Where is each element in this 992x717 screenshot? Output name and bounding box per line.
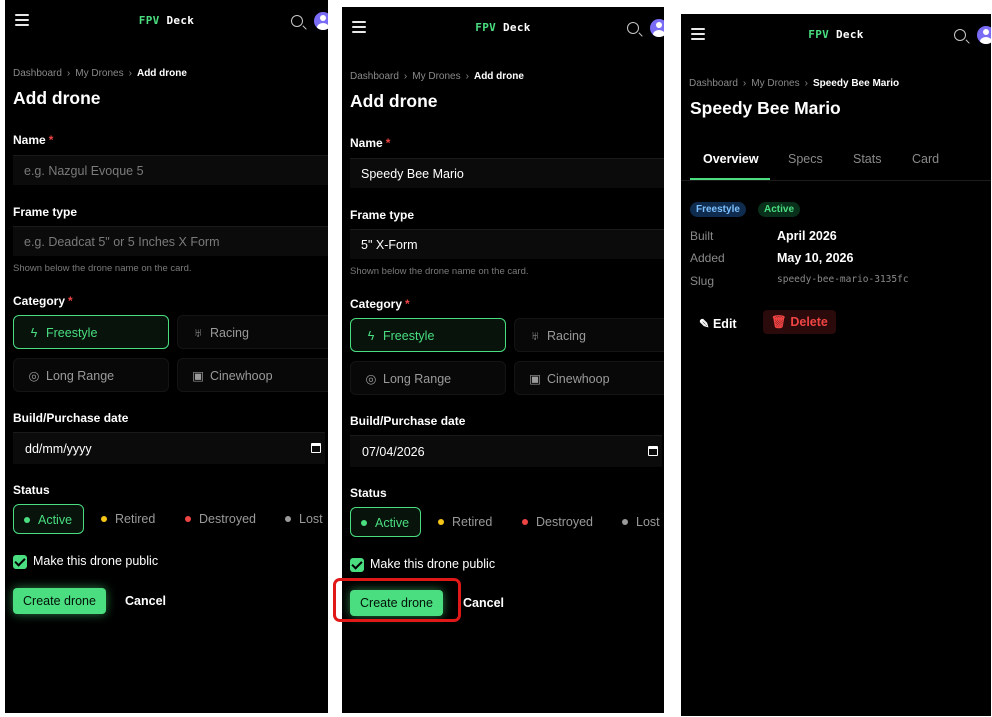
breadcrumb-dashboard[interactable]: Dashboard	[13, 68, 62, 79]
frame-type-input[interactable]: 5" X-Form	[350, 229, 664, 259]
added-key: Added	[690, 251, 725, 265]
status-retired[interactable]: Retired	[91, 504, 171, 534]
status-active[interactable]: Active	[350, 507, 421, 537]
camera-icon: ▣	[192, 369, 204, 383]
trophy-icon: ♅	[193, 326, 203, 340]
category-freestyle[interactable]: ϟ Freestyle	[13, 315, 169, 349]
edit-icon: ✎	[699, 317, 710, 331]
public-checkbox[interactable]	[350, 558, 364, 572]
add-drone-screen-empty: FPV Deck Dashboard › My Drones › Add drone A…	[5, 0, 328, 713]
category-long-range[interactable]: ◎ Long Range	[350, 361, 506, 395]
compass-icon: ◎	[365, 372, 377, 386]
name-label: Name *	[13, 133, 54, 147]
top-bar: FPV Deck	[342, 7, 664, 51]
built-key: Built	[690, 229, 714, 243]
category-label: Category *	[13, 294, 73, 308]
page-title: Speedy Bee Mario	[690, 98, 841, 118]
status-lost[interactable]: Lost	[612, 507, 664, 537]
status-badge: Active	[758, 202, 801, 217]
slug-key: Slug	[690, 274, 715, 288]
active-tab-indicator	[690, 178, 770, 180]
breadcrumb-current: Speedy Bee Mario	[812, 78, 900, 89]
bolt-icon: ϟ	[367, 329, 375, 343]
brand-logo[interactable]: FPV Deck	[342, 21, 664, 34]
breadcrumb: Dashboard › My Drones › Add drone	[13, 68, 187, 79]
status-label: Status	[350, 486, 387, 500]
frame-type-help: Shown below the drone name on the card.	[350, 266, 529, 277]
page-title: Add drone	[350, 91, 438, 111]
breadcrumb: Dashboard › My Drones › Add drone	[350, 71, 524, 82]
search-icon[interactable]	[627, 22, 639, 34]
status-destroyed[interactable]: Destroyed	[175, 504, 275, 534]
page-title: Add drone	[13, 88, 101, 108]
trophy-icon: ♅	[530, 329, 540, 343]
category-racing[interactable]: ♅ Racing	[177, 315, 328, 349]
search-icon[interactable]	[291, 15, 303, 27]
public-checkbox-label[interactable]: Make this drone public	[370, 557, 495, 571]
status-active[interactable]: Active	[13, 504, 84, 534]
calendar-icon[interactable]	[648, 446, 658, 456]
breadcrumb-my-drones[interactable]: My Drones	[412, 71, 460, 82]
date-label: Build/Purchase date	[13, 411, 129, 425]
trash-icon: 🗑	[771, 315, 787, 329]
frame-type-input[interactable]: e.g. Deadcat 5" or 5 Inches X Form	[13, 226, 328, 256]
cancel-button[interactable]: Cancel	[463, 596, 504, 610]
slug-value: speedy-bee-mario-3135fc	[777, 274, 909, 285]
date-input[interactable]: dd/mm/yyyy	[13, 432, 325, 464]
category-label: Category *	[350, 297, 410, 311]
avatar[interactable]	[650, 19, 664, 37]
name-input[interactable]: e.g. Nazgul Evoque 5	[13, 155, 328, 185]
frame-type-label: Frame type	[13, 205, 78, 219]
top-bar: FPV Deck	[5, 0, 328, 44]
drone-detail-screen: FPV Deck Dashboard › My Drones › Speedy Bee …	[681, 14, 991, 716]
bolt-icon: ϟ	[30, 326, 38, 340]
date-label: Build/Purchase date	[350, 414, 466, 428]
status-label: Status	[13, 483, 50, 497]
camera-icon: ▣	[529, 372, 541, 386]
added-value: May 10, 2026	[777, 251, 854, 265]
edit-button[interactable]: ✎ Edit	[699, 316, 737, 331]
top-bar: FPV Deck	[681, 14, 991, 58]
brand-logo[interactable]: FPV Deck	[5, 14, 328, 27]
tab-overview[interactable]: Overview	[703, 152, 759, 166]
frame-type-help: Shown below the drone name on the card.	[13, 263, 192, 274]
status-lost[interactable]: Lost	[275, 504, 328, 534]
tab-card[interactable]: Card	[912, 152, 939, 166]
category-cinewhoop[interactable]: ▣ Cinewhoop	[177, 358, 328, 392]
category-racing[interactable]: ♅ Racing	[514, 318, 664, 352]
category-badge: Freestyle	[690, 202, 746, 217]
frame-type-label: Frame type	[350, 208, 415, 222]
name-input[interactable]: Speedy Bee Mario	[350, 158, 664, 188]
status-destroyed[interactable]: Destroyed	[512, 507, 612, 537]
tab-stats[interactable]: Stats	[853, 152, 882, 166]
category-freestyle[interactable]: ϟ Freestyle	[350, 318, 506, 352]
date-input[interactable]: 07/04/2026	[350, 435, 662, 467]
avatar[interactable]	[314, 12, 328, 30]
breadcrumb-my-drones[interactable]: My Drones	[75, 68, 123, 79]
status-retired[interactable]: Retired	[428, 507, 508, 537]
name-label: Name *	[350, 136, 391, 150]
category-cinewhoop[interactable]: ▣ Cinewhoop	[514, 361, 664, 395]
breadcrumb-dashboard[interactable]: Dashboard	[689, 78, 738, 89]
public-checkbox[interactable]	[13, 555, 27, 569]
breadcrumb-current: Add drone	[136, 68, 187, 79]
tab-specs[interactable]: Specs	[788, 152, 823, 166]
breadcrumb-my-drones[interactable]: My Drones	[751, 78, 799, 89]
breadcrumb-current: Add drone	[473, 71, 524, 82]
category-long-range[interactable]: ◎ Long Range	[13, 358, 169, 392]
public-checkbox-label[interactable]: Make this drone public	[33, 554, 158, 568]
click-highlight-box	[333, 578, 461, 622]
cancel-button[interactable]: Cancel	[125, 594, 166, 608]
delete-button[interactable]: 🗑 Delete	[763, 310, 836, 334]
compass-icon: ◎	[28, 369, 40, 383]
breadcrumb: Dashboard › My Drones › Speedy Bee Mario	[689, 78, 900, 89]
detail-tabs: Overview Specs Stats Card	[681, 146, 991, 181]
create-drone-button[interactable]: Create drone	[13, 588, 106, 614]
breadcrumb-dashboard[interactable]: Dashboard	[350, 71, 399, 82]
calendar-icon[interactable]	[311, 443, 321, 453]
brand-logo[interactable]: FPV Deck	[681, 28, 991, 41]
search-icon[interactable]	[954, 29, 966, 41]
built-value: April 2026	[777, 229, 837, 243]
avatar[interactable]	[977, 26, 991, 44]
